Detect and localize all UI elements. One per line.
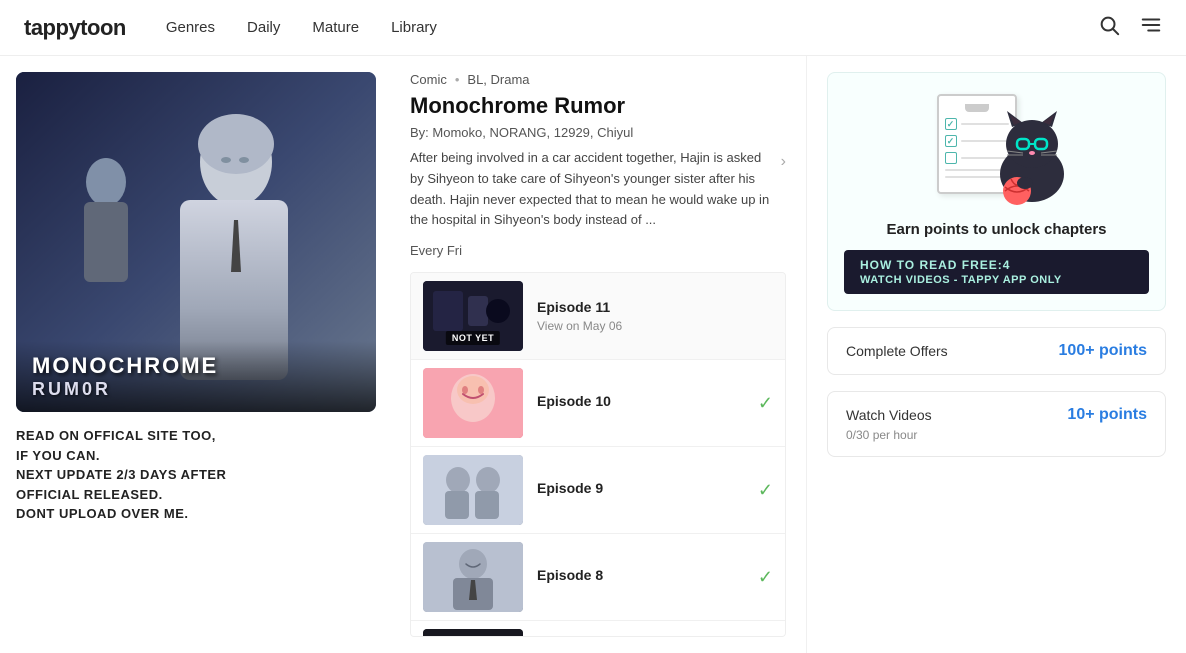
cover-title-line2: RUM0R (32, 379, 360, 400)
episode-number-11: Episode 11 (537, 299, 773, 315)
logo[interactable]: tappytoon (24, 15, 126, 41)
episode-number-9: Episode 9 (537, 480, 744, 496)
watch-videos-value: 10+ points (1067, 406, 1147, 424)
promo-title: Earn points to unlock chapters (886, 221, 1106, 238)
meta-dot: • (455, 72, 460, 87)
notice-box: READ ON OFFICAL SITE TOO, IF YOU CAN. NE… (16, 422, 374, 528)
episode-check-10: ✓ (758, 393, 773, 414)
comic-tags: BL, Drama (467, 72, 529, 87)
episode-info-10: Episode 10 (537, 393, 744, 413)
nav-library[interactable]: Library (391, 19, 437, 36)
cover-title-line1: MONOCHROME (32, 353, 360, 379)
episode-thumbnail-10 (423, 368, 523, 438)
episode-thumbnail-9 (423, 455, 523, 525)
episode-item-11[interactable]: NOT YET Episode 11 View on May 06 (411, 273, 785, 360)
left-panel: MONOCHROME RUM0R READ ON OFFICAL SITE TO… (0, 56, 390, 653)
notice-text: READ ON OFFICAL SITE TOO, IF YOU CAN. NE… (16, 426, 374, 524)
how-to-line2: WATCH VIDEOS - TAPPY APP ONLY (860, 274, 1133, 286)
nav-genres[interactable]: Genres (166, 19, 215, 36)
check-box-3 (945, 152, 957, 164)
header: tappytoon Genres Daily Mature Library (0, 0, 1186, 56)
side-panel: ✓ ✓ (806, 56, 1186, 653)
episode-date-11: View on May 06 (537, 319, 773, 333)
episode-item-7[interactable]: Episode 7 ✓ (411, 621, 785, 637)
episode-thumbnail-11: NOT YET (423, 281, 523, 351)
watch-videos-top: Watch Videos 10+ points (846, 406, 1147, 424)
episode-check-9: ✓ (758, 480, 773, 501)
expand-description-arrow[interactable]: › (781, 149, 786, 175)
nav-mature[interactable]: Mature (312, 19, 359, 36)
episode-number-10: Episode 10 (537, 393, 744, 409)
nav: Genres Daily Mature Library (166, 19, 1098, 36)
episode-number-8: Episode 8 (537, 567, 744, 583)
not-yet-badge: NOT YET (446, 331, 500, 345)
header-actions (1098, 14, 1162, 42)
comic-meta: Comic • BL, Drama (410, 72, 786, 87)
complete-offers-label: Complete Offers (846, 343, 948, 359)
comic-authors: By: Momoko, NORANG, 12929, Chiyul (410, 125, 786, 140)
check-box-2: ✓ (945, 135, 957, 147)
complete-offers-card[interactable]: Complete Offers 100+ points (827, 327, 1166, 375)
complete-offers-value: 100+ points (1059, 342, 1147, 360)
info-panel: Comic • BL, Drama Monochrome Rumor By: M… (390, 56, 806, 653)
nav-daily[interactable]: Daily (247, 19, 280, 36)
how-to-line1: HOW TO READ FREE:4 (860, 258, 1133, 272)
episode-item-8[interactable]: Episode 8 ✓ (411, 534, 785, 621)
description-text: After being involved in a car accident t… (410, 148, 777, 231)
cat-svg (967, 99, 1077, 209)
menu-icon[interactable] (1140, 14, 1162, 42)
watch-videos-sub: 0/30 per hour (846, 428, 1147, 442)
episode-check-8: ✓ (758, 567, 773, 588)
episode-info-8: Episode 8 (537, 567, 744, 587)
check-box-1: ✓ (945, 118, 957, 130)
schedule: Every Fri (410, 243, 786, 258)
comic-description: After being involved in a car accident t… (410, 148, 786, 231)
watch-videos-label: Watch Videos (846, 407, 932, 423)
episode-item-10[interactable]: Episode 10 ✓ (411, 360, 785, 447)
episode-list: NOT YET Episode 11 View on May 06 (410, 272, 786, 637)
how-to-banner: HOW TO READ FREE:4 WATCH VIDEOS - TAPPY … (844, 250, 1149, 294)
cat-illustration: ✓ ✓ (917, 89, 1077, 209)
search-icon[interactable] (1098, 14, 1120, 42)
episode-info-11: Episode 11 View on May 06 (537, 299, 773, 333)
episode-item-9[interactable]: Episode 9 ✓ (411, 447, 785, 534)
comic-title: Monochrome Rumor (410, 93, 786, 119)
main-content: MONOCHROME RUM0R READ ON OFFICAL SITE TO… (0, 56, 1186, 653)
cat-promo-card: ✓ ✓ (827, 72, 1166, 311)
cover-overlay: MONOCHROME RUM0R (16, 341, 376, 412)
episode-thumbnail-7 (423, 629, 523, 637)
cover-image: MONOCHROME RUM0R (16, 72, 376, 412)
episode-info-9: Episode 9 (537, 480, 744, 500)
episode-thumbnail-8 (423, 542, 523, 612)
comic-type: Comic (410, 72, 447, 87)
watch-videos-card[interactable]: Watch Videos 10+ points 0/30 per hour (827, 391, 1166, 457)
